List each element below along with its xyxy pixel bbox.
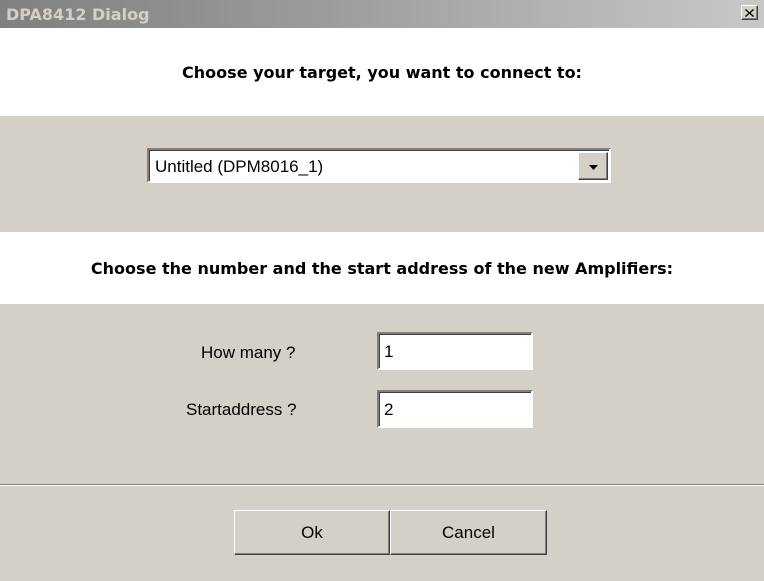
start-address-input-field: 2	[379, 392, 531, 426]
title-bar[interactable]: DPA8412 Dialog	[0, 0, 764, 28]
chevron-down-icon	[588, 157, 598, 175]
start-address-value: 2	[384, 400, 394, 419]
amplifier-heading: Choose the number and the start address …	[90, 258, 674, 278]
separator	[0, 484, 764, 486]
ok-button-label: Ok	[301, 522, 323, 542]
window-title: DPA8412 Dialog	[6, 5, 150, 24]
target-heading-banner: Choose your target, you want to connect …	[0, 28, 764, 116]
target-heading: Choose your target, you want to connect …	[182, 62, 582, 82]
how-many-input-field: 1	[379, 334, 531, 368]
how-many-value: 1	[384, 342, 394, 361]
ok-button[interactable]: Ok	[234, 510, 390, 555]
close-icon	[745, 8, 754, 17]
how-many-label: How many ?	[201, 343, 296, 362]
cancel-button-label: Cancel	[442, 522, 495, 542]
amplifier-heading-banner: Choose the number and the start address …	[0, 232, 764, 304]
target-select-field: Untitled (DPM8016_1)	[149, 150, 609, 181]
target-select-dropdown-button[interactable]	[578, 152, 608, 180]
cancel-button[interactable]: Cancel	[390, 510, 547, 555]
target-select[interactable]: Untitled (DPM8016_1)	[147, 148, 611, 183]
how-many-input[interactable]: 1	[377, 332, 533, 370]
start-address-input[interactable]: 2	[377, 390, 533, 428]
start-address-label: Startaddress ?	[186, 400, 297, 419]
target-select-value: Untitled (DPM8016_1)	[155, 157, 324, 176]
dpa8412-dialog: DPA8412 Dialog Choose your target, you w…	[0, 0, 764, 581]
close-button[interactable]	[741, 5, 758, 20]
